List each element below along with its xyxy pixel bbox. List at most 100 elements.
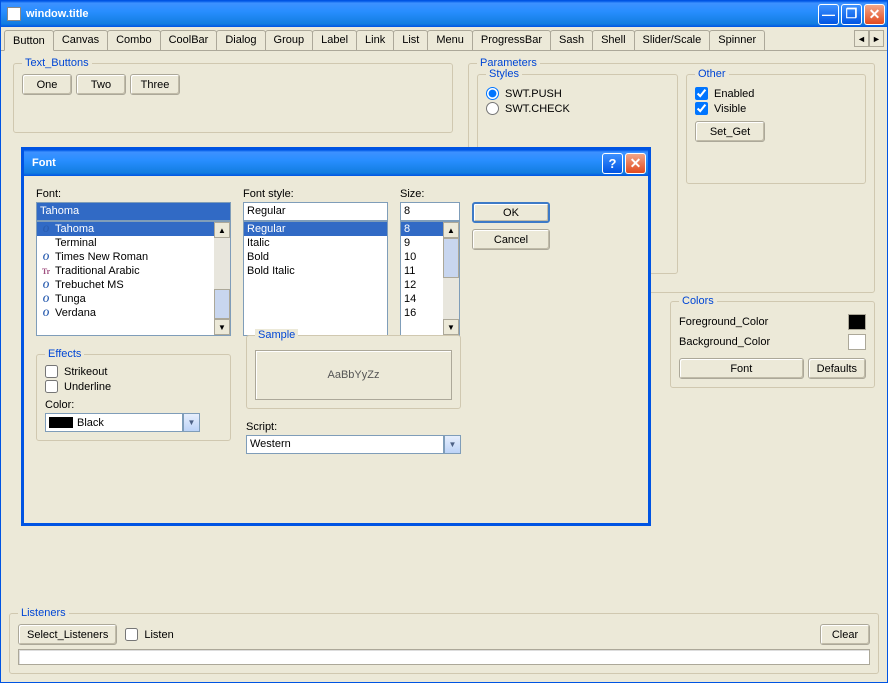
- other-group: Other Enabled Visible Set_Get: [686, 74, 866, 184]
- size-list-item[interactable]: 16: [401, 306, 443, 320]
- tab-scroll-right[interactable]: ►: [869, 30, 884, 47]
- select-listeners-button[interactable]: Select_Listeners: [18, 624, 117, 645]
- maximize-button[interactable]: ❐: [841, 4, 862, 25]
- font-type-icon: [40, 237, 52, 249]
- size-list-item[interactable]: 14: [401, 292, 443, 306]
- cancel-button[interactable]: Cancel: [472, 229, 550, 250]
- font-input[interactable]: Tahoma: [36, 202, 231, 221]
- font-button[interactable]: Font: [679, 358, 804, 379]
- style-list-item[interactable]: Bold Italic: [244, 264, 387, 278]
- font-list-item[interactable]: OTrebuchet MS: [37, 278, 214, 292]
- font-dialog-close-button[interactable]: ✕: [625, 153, 646, 174]
- font-dialog-title: Font: [32, 157, 602, 169]
- tab-menu[interactable]: Menu: [427, 30, 473, 50]
- size-list-item[interactable]: 12: [401, 278, 443, 292]
- colors-group: Colors Foreground_Color Background_Color…: [670, 301, 875, 388]
- font-type-icon: O: [40, 307, 52, 319]
- font-type-icon: Tr: [40, 265, 52, 277]
- sample-label: Sample: [255, 329, 298, 341]
- visible-checkbox[interactable]: [695, 102, 708, 115]
- tab-progressbar[interactable]: ProgressBar: [472, 30, 551, 50]
- tab-sash[interactable]: Sash: [550, 30, 593, 50]
- size-list-item[interactable]: 11: [401, 264, 443, 278]
- listen-checkbox[interactable]: [125, 628, 138, 641]
- style-list[interactable]: RegularItalicBoldBold Italic: [243, 221, 388, 336]
- tab-coolbar[interactable]: CoolBar: [160, 30, 218, 50]
- help-button[interactable]: ?: [602, 153, 623, 174]
- window-title: window.title: [26, 8, 818, 20]
- font-list-item[interactable]: OVerdana: [37, 306, 214, 320]
- close-button[interactable]: ✕: [864, 4, 885, 25]
- style-list-item[interactable]: Bold: [244, 250, 387, 264]
- tab-shell[interactable]: Shell: [592, 30, 634, 50]
- tab-button[interactable]: Button: [4, 30, 54, 51]
- tab-group[interactable]: Group: [265, 30, 314, 50]
- style-push-radio[interactable]: [486, 87, 499, 100]
- tab-label[interactable]: Label: [312, 30, 357, 50]
- tab-link[interactable]: Link: [356, 30, 394, 50]
- size-list-item[interactable]: 10: [401, 250, 443, 264]
- tab-combo[interactable]: Combo: [107, 30, 160, 50]
- fg-swatch[interactable]: [848, 314, 866, 330]
- size-list-item[interactable]: 9: [401, 236, 443, 250]
- tab-dialog[interactable]: Dialog: [216, 30, 265, 50]
- bg-label: Background_Color: [679, 336, 770, 348]
- style-list-item[interactable]: Regular: [244, 222, 387, 236]
- main-window: window.title — ❐ ✕ Button Canvas Combo C…: [0, 0, 888, 683]
- font-list-item[interactable]: TrTraditional Arabic: [37, 264, 214, 278]
- chevron-down-icon[interactable]: ▼: [444, 435, 461, 454]
- enabled-label: Enabled: [714, 88, 754, 100]
- three-button[interactable]: Three: [130, 74, 180, 95]
- font-type-icon: O: [40, 293, 52, 305]
- color-dropdown[interactable]: Black ▼: [45, 413, 200, 432]
- ok-button[interactable]: OK: [472, 202, 550, 223]
- font-list-scrollbar[interactable]: ▲▼: [214, 222, 230, 335]
- font-label: Font:: [36, 188, 231, 200]
- color-label: Color:: [45, 399, 222, 411]
- titlebar: window.title — ❐ ✕: [1, 1, 887, 27]
- sample-group: Sample AaBbYyZz: [246, 335, 461, 409]
- size-input[interactable]: 8: [400, 202, 460, 221]
- bg-swatch[interactable]: [848, 334, 866, 350]
- size-list[interactable]: 891011121416 ▲▼: [400, 221, 460, 336]
- setget-button[interactable]: Set_Get: [695, 121, 765, 142]
- tab-spinner[interactable]: Spinner: [709, 30, 765, 50]
- underline-label: Underline: [64, 381, 111, 393]
- sample-text: AaBbYyZz: [255, 350, 452, 400]
- style-list-item[interactable]: Italic: [244, 236, 387, 250]
- two-button[interactable]: Two: [76, 74, 126, 95]
- font-list-item[interactable]: OTunga: [37, 292, 214, 306]
- font-list-item[interactable]: OTahoma: [37, 222, 214, 236]
- font-type-icon: O: [40, 251, 52, 263]
- tab-list[interactable]: List: [393, 30, 428, 50]
- effects-group: Effects Strikeout Underline Color: Black…: [36, 354, 231, 441]
- fg-label: Foreground_Color: [679, 316, 768, 328]
- color-value: Black: [77, 417, 104, 429]
- chevron-down-icon[interactable]: ▼: [183, 413, 200, 432]
- size-list-item[interactable]: 8: [401, 222, 443, 236]
- tab-scroll-left[interactable]: ◄: [854, 30, 869, 47]
- defaults-button[interactable]: Defaults: [808, 358, 866, 379]
- text-buttons-group: Text_Buttons One Two Three: [13, 63, 453, 133]
- strikeout-checkbox[interactable]: [45, 365, 58, 378]
- font-type-icon: O: [40, 223, 52, 235]
- style-check-radio[interactable]: [486, 102, 499, 115]
- minimize-button[interactable]: —: [818, 4, 839, 25]
- strikeout-label: Strikeout: [64, 366, 107, 378]
- clear-button[interactable]: Clear: [820, 624, 870, 645]
- size-list-scrollbar[interactable]: ▲▼: [443, 222, 459, 335]
- enabled-checkbox[interactable]: [695, 87, 708, 100]
- listen-label: Listen: [144, 629, 173, 641]
- underline-checkbox[interactable]: [45, 380, 58, 393]
- font-list-item[interactable]: OTimes New Roman: [37, 250, 214, 264]
- style-input[interactable]: Regular: [243, 202, 388, 221]
- styles-label: Styles: [486, 68, 522, 80]
- tab-sliderscale[interactable]: Slider/Scale: [634, 30, 711, 50]
- font-list-item[interactable]: Terminal: [37, 236, 214, 250]
- font-list[interactable]: OTahomaTerminalOTimes New RomanTrTraditi…: [36, 221, 231, 336]
- tab-canvas[interactable]: Canvas: [53, 30, 108, 50]
- effects-label: Effects: [45, 348, 84, 360]
- script-label: Script:: [246, 421, 461, 433]
- one-button[interactable]: One: [22, 74, 72, 95]
- script-dropdown[interactable]: Western ▼: [246, 435, 461, 454]
